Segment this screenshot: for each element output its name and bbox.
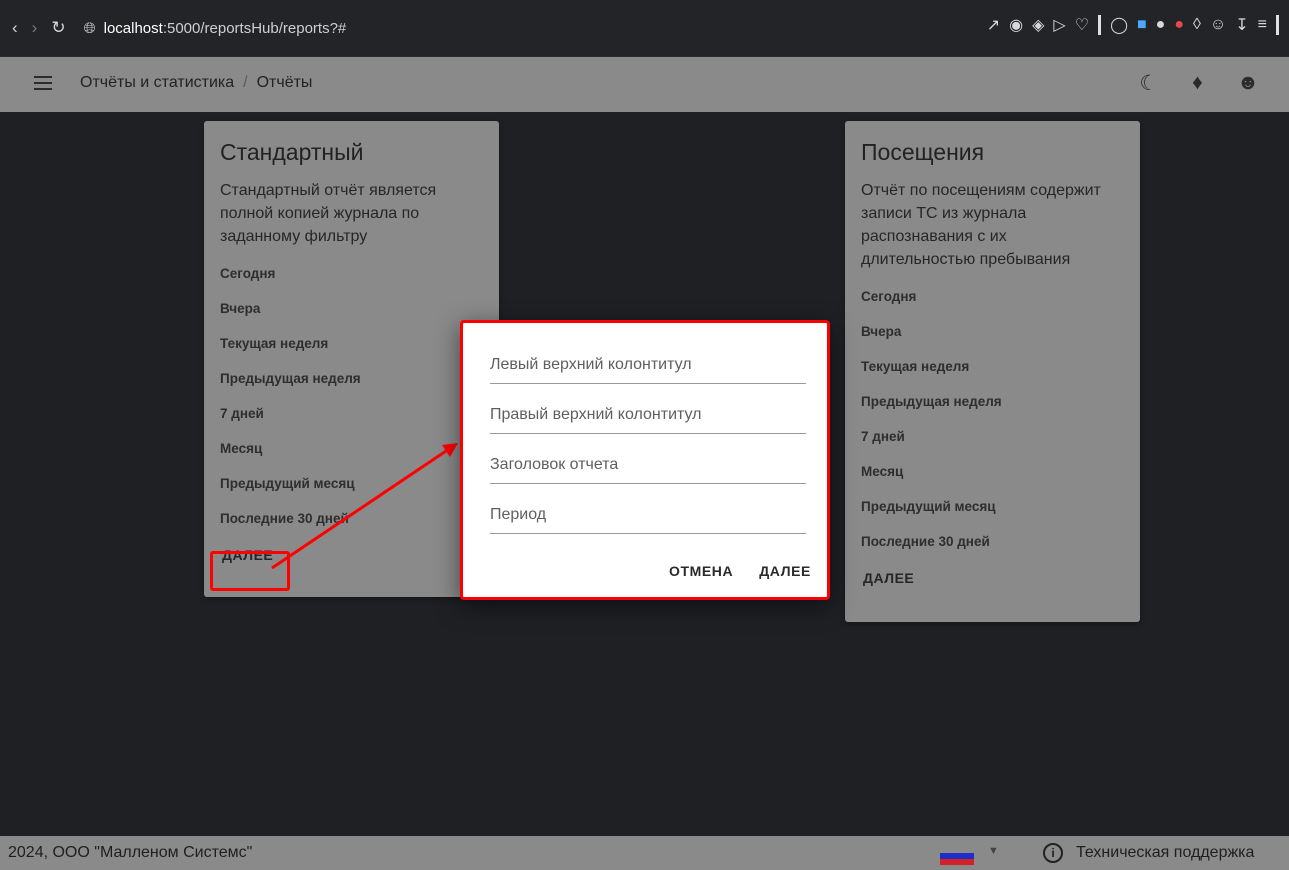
back-icon[interactable]: ‹: [12, 18, 18, 38]
period-option[interactable]: Сегодня: [861, 279, 1124, 314]
period-option[interactable]: Сегодня: [220, 256, 483, 291]
app-header: Отчёты и статистика / Отчёты ☾ ♦ ☻: [0, 57, 1289, 112]
breadcrumb-separator: /: [243, 74, 248, 91]
translate-icon[interactable]: ■: [1137, 16, 1147, 34]
left-header-field: [490, 346, 806, 384]
period-option[interactable]: Предыдущий месяц: [220, 466, 483, 501]
shield-icon[interactable]: ◈: [1032, 15, 1044, 35]
globe-icon: 🌐︎: [83, 19, 96, 37]
period-option[interactable]: Предыдущая неделя: [220, 361, 483, 396]
mouse-icon[interactable]: ◯: [1110, 15, 1128, 35]
breadcrumb: Отчёты и статистика / Отчёты: [80, 74, 312, 92]
card-description: Отчёт по посещениям содержит записи ТС и…: [861, 182, 1101, 268]
toolbar-separator: [1098, 15, 1102, 35]
report-title-field: [490, 446, 806, 484]
period-field: [490, 496, 806, 534]
period-option[interactable]: Текущая неделя: [220, 326, 483, 361]
world-icon[interactable]: ●: [1156, 16, 1166, 34]
play-icon[interactable]: ▷: [1053, 15, 1065, 35]
breadcrumb-current: Отчёты: [256, 74, 313, 91]
report-card-standard: Стандартный Стандартный отчёт является п…: [204, 121, 499, 597]
forward-icon[interactable]: ›: [32, 18, 38, 38]
report-title-input[interactable]: [490, 446, 806, 483]
info-icon[interactable]: i: [1043, 843, 1063, 863]
header-actions: ☾ ♦ ☻: [1139, 71, 1259, 96]
right-header-input[interactable]: [490, 396, 806, 433]
period-option[interactable]: Вчера: [220, 291, 483, 326]
extensions-area: ↗ ◉ ◈ ▷ ♡ ◯ ■ ● ● ◊ ☺ ↧ ≡: [987, 15, 1279, 35]
period-option[interactable]: Вчера: [861, 314, 1124, 349]
card-description: Стандартный отчёт является полной копией…: [220, 182, 437, 245]
account-icon[interactable]: ☻: [1237, 71, 1259, 96]
dialog-actions: ОТМЕНА ДАЛЕЕ: [669, 563, 811, 579]
menu-lines-icon[interactable]: ≡: [1258, 16, 1267, 34]
card-title: Стандартный: [220, 139, 364, 165]
highlight-box: [210, 551, 290, 591]
reload-icon[interactable]: ↻: [51, 18, 65, 38]
download-icon[interactable]: ↧: [1235, 15, 1248, 35]
period-option[interactable]: Предыдущая неделя: [861, 384, 1124, 419]
toolbar-separator: [1276, 15, 1279, 35]
copyright-text: 2024, ООО "Малленом Системс": [8, 844, 253, 861]
russian-flag-icon[interactable]: [940, 847, 974, 865]
browser-toolbar: ‹ › ↻ 🌐︎ localhost:5000/reportsHub/repor…: [0, 0, 1289, 57]
camera-icon[interactable]: ◉: [1009, 15, 1023, 35]
dark-mode-icon[interactable]: ☾: [1139, 71, 1158, 96]
period-option[interactable]: 7 дней: [861, 419, 1124, 454]
period-option[interactable]: Месяц: [861, 454, 1124, 489]
period-option[interactable]: 7 дней: [220, 396, 483, 431]
period-option[interactable]: Предыдущий месяц: [861, 489, 1124, 524]
period-option[interactable]: Последние 30 дней: [220, 501, 483, 536]
chevron-down-icon[interactable]: ▼: [988, 845, 999, 857]
url-host: localhost: [103, 19, 163, 37]
report-settings-dialog: ОТМЕНА ДАЛЕЕ: [460, 320, 830, 600]
ublock-icon[interactable]: ●: [1174, 16, 1184, 34]
address-bar[interactable]: 🌐︎ localhost:5000/reportsHub/reports?#: [84, 20, 347, 37]
report-card-visits: Посещения Отчёт по посещениям содержит з…: [845, 121, 1140, 622]
user-icon[interactable]: ☺: [1210, 16, 1226, 34]
period-option[interactable]: Месяц: [220, 431, 483, 466]
hamburger-menu-icon[interactable]: [34, 76, 52, 90]
card-title: Посещения: [861, 139, 985, 165]
next-button[interactable]: ДАЛЕЕ: [853, 563, 924, 593]
period-input[interactable]: [490, 496, 806, 533]
period-option[interactable]: Последние 30 дней: [861, 524, 1124, 559]
cube-icon[interactable]: ◊: [1193, 16, 1201, 34]
browser-nav: ‹ › ↻: [0, 18, 66, 38]
period-option[interactable]: Текущая неделя: [861, 349, 1124, 384]
chart-icon[interactable]: ↗: [987, 15, 1000, 35]
left-header-input[interactable]: [490, 346, 806, 383]
support-link[interactable]: Техническая поддержка: [1076, 844, 1254, 862]
right-header-field: [490, 396, 806, 434]
dialog-next-button[interactable]: ДАЛЕЕ: [759, 563, 811, 579]
cancel-button[interactable]: ОТМЕНА: [669, 563, 733, 579]
heart-icon[interactable]: ♡: [1075, 15, 1089, 35]
bell-icon[interactable]: ♦: [1192, 71, 1203, 96]
url-path: :5000/reportsHub/reports?#: [162, 19, 347, 37]
breadcrumb-root[interactable]: Отчёты и статистика: [80, 74, 234, 91]
page-footer: 2024, ООО "Малленом Системс" ▼ i Техниче…: [0, 836, 1289, 870]
